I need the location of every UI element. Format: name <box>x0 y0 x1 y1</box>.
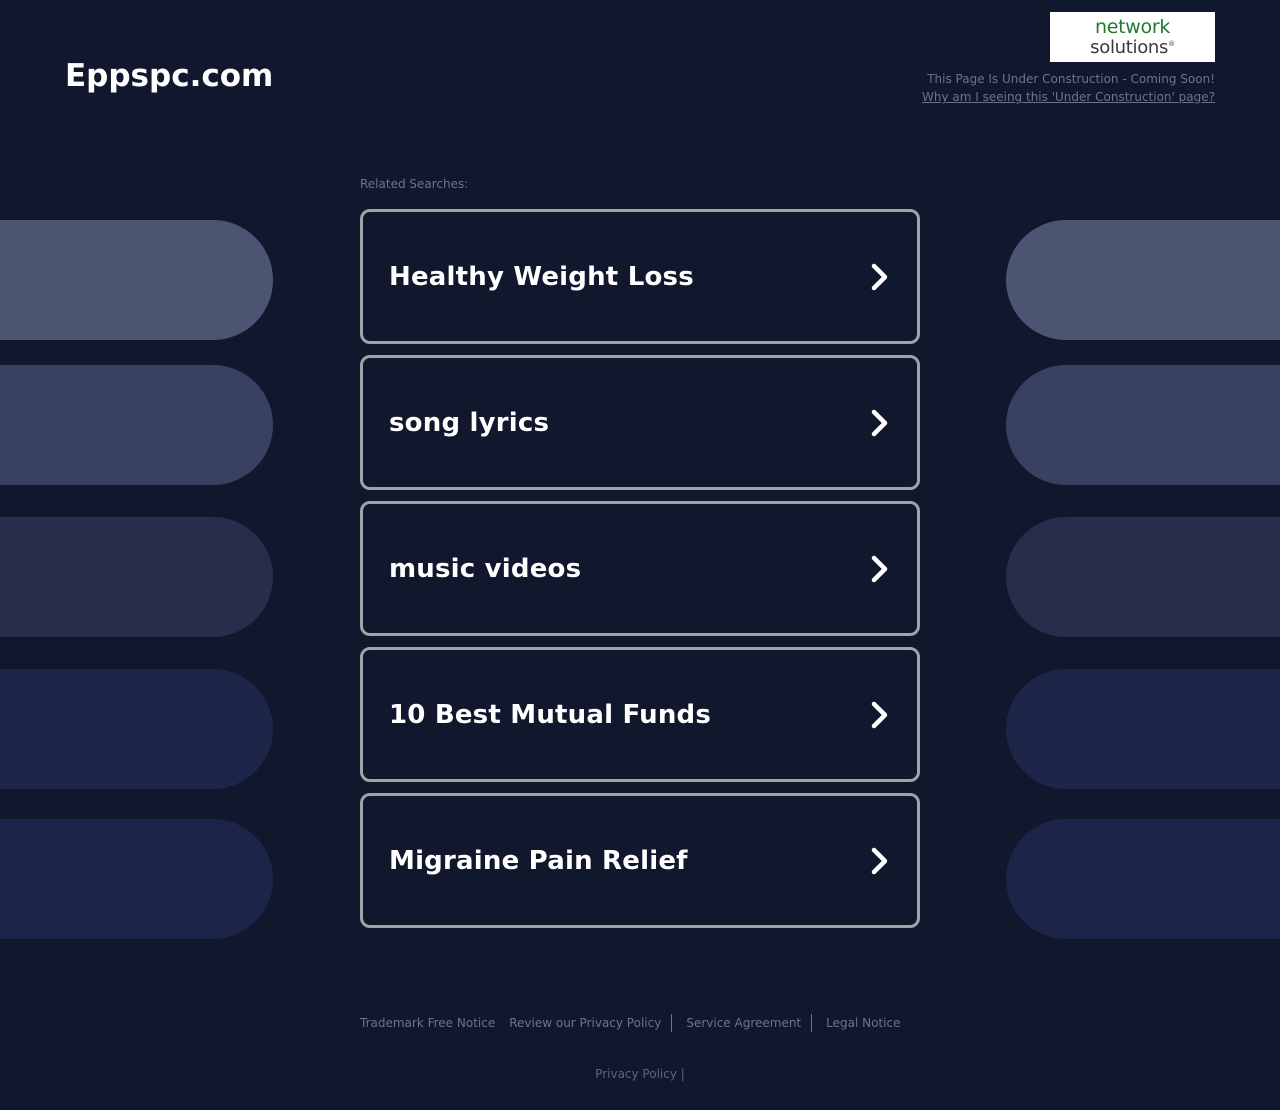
chevron-right-icon <box>871 701 888 728</box>
related-searches-label: Related Searches: <box>360 177 469 191</box>
footer-secondary: Privacy Policy | <box>0 1067 1280 1081</box>
trademark-free-notice-link[interactable]: Trademark Free Notice <box>360 1016 495 1030</box>
related-search-link[interactable]: Migraine Pain Relief <box>360 793 920 928</box>
legal-notice-link[interactable]: Legal Notice <box>826 1016 900 1030</box>
related-search-label: song lyrics <box>389 407 550 438</box>
decorative-pill-right <box>1006 819 1280 939</box>
decorative-pill-right <box>1006 365 1280 485</box>
logo-line-solutions: solutions® <box>1090 36 1175 56</box>
footer-separator: | <box>680 1067 685 1081</box>
chevron-right-icon <box>871 263 888 290</box>
privacy-policy-link[interactable]: Privacy Policy <box>595 1067 677 1081</box>
decorative-pill-left <box>0 819 273 939</box>
decorative-pill-left <box>0 220 273 340</box>
construction-notice-block: This Page Is Under Construction - Coming… <box>922 70 1215 106</box>
chevron-right-icon <box>871 555 888 582</box>
related-search-link[interactable]: song lyrics <box>360 355 920 490</box>
footer-links: Trademark Free Notice Review our Privacy… <box>360 1014 900 1032</box>
related-searches-list: Healthy Weight Loss song lyrics music vi… <box>360 209 920 939</box>
related-search-label: 10 Best Mutual Funds <box>389 699 712 730</box>
logo-line-network: network <box>1094 15 1171 38</box>
decorative-pill-right <box>1006 669 1280 789</box>
network-solutions-logo[interactable]: network solutions® <box>1050 12 1215 62</box>
related-search-link[interactable]: Healthy Weight Loss <box>360 209 920 344</box>
related-search-link[interactable]: 10 Best Mutual Funds <box>360 647 920 782</box>
related-search-label: Migraine Pain Relief <box>389 845 688 876</box>
chevron-right-icon <box>871 409 888 436</box>
related-search-label: music videos <box>389 553 582 584</box>
related-search-link[interactable]: music videos <box>360 501 920 636</box>
decorative-pill-left <box>0 669 273 789</box>
footer-divider <box>811 1014 813 1032</box>
decorative-pill-left <box>0 517 273 637</box>
why-under-construction-link[interactable]: Why am I seeing this 'Under Construction… <box>922 88 1215 106</box>
decorative-pill-left <box>0 365 273 485</box>
site-title: Eppspc.com <box>65 58 274 94</box>
footer-divider <box>671 1014 673 1032</box>
logo-solutions-text: solutions <box>1090 36 1169 58</box>
registered-mark: ® <box>1168 39 1175 48</box>
privacy-policy-review-link[interactable]: Review our Privacy Policy <box>509 1016 661 1030</box>
service-agreement-link[interactable]: Service Agreement <box>686 1016 801 1030</box>
decorative-pill-right <box>1006 220 1280 340</box>
related-search-label: Healthy Weight Loss <box>389 261 694 292</box>
decorative-pill-right <box>1006 517 1280 637</box>
construction-notice: This Page Is Under Construction - Coming… <box>927 72 1215 86</box>
chevron-right-icon <box>871 847 888 874</box>
